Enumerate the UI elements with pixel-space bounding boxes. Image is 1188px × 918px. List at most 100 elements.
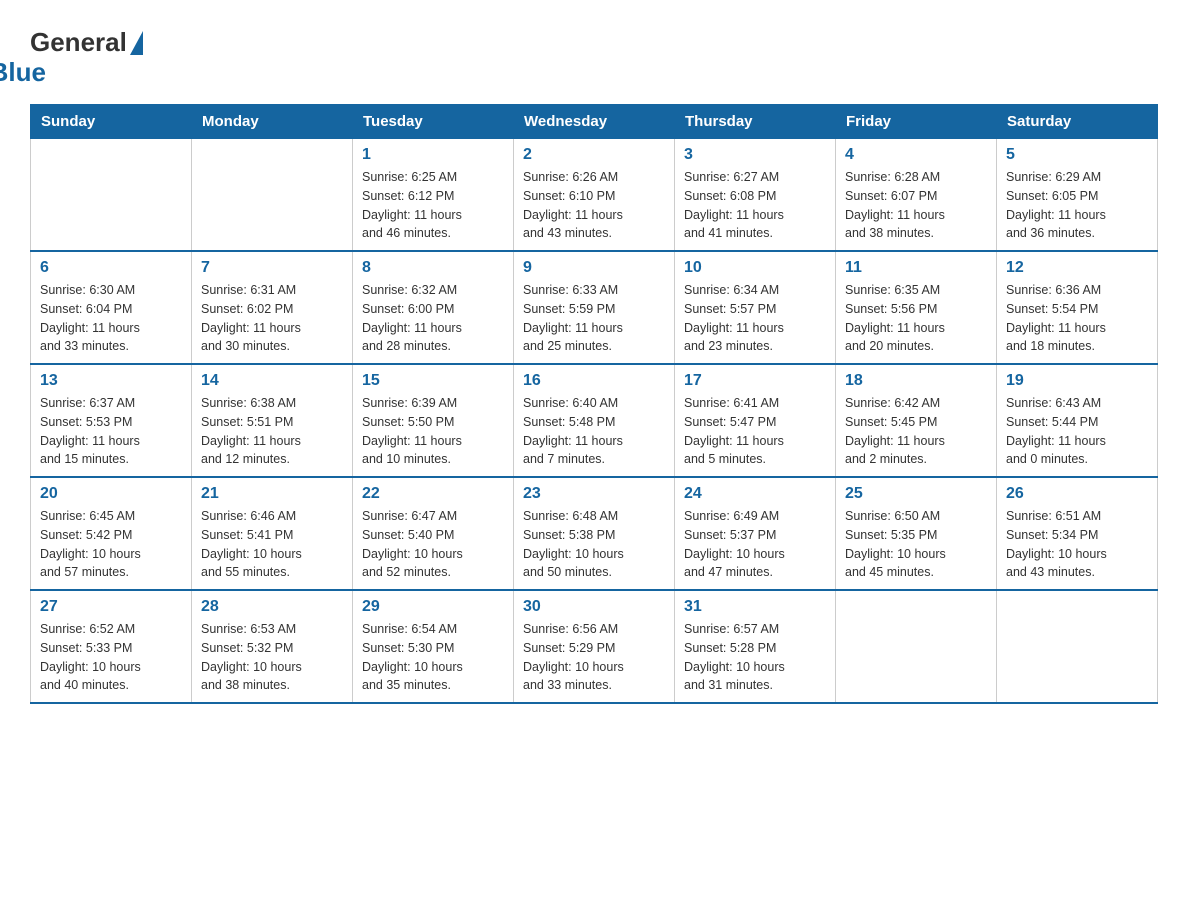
calendar-table: SundayMondayTuesdayWednesdayThursdayFrid… [30, 104, 1158, 704]
calendar-cell: 23 Sunrise: 6:48 AMSunset: 5:38 PMDayligh… [514, 477, 675, 590]
calendar-cell: 20 Sunrise: 6:45 AMSunset: 5:42 PMDayligh… [31, 477, 192, 590]
day-info: Sunrise: 6:40 AMSunset: 5:48 PMDaylight:… [523, 394, 665, 469]
day-number: 15 [362, 372, 504, 390]
weekday-header-thursday: Thursday [675, 105, 836, 139]
day-info: Sunrise: 6:56 AMSunset: 5:29 PMDaylight:… [523, 620, 665, 695]
day-info: Sunrise: 6:38 AMSunset: 5:51 PMDaylight:… [201, 394, 343, 469]
calendar-cell: 31 Sunrise: 6:57 AMSunset: 5:28 PMDayligh… [675, 590, 836, 703]
calendar-week-row: 27Sunrise: 6:52 AMSunset: 5:33 PMDayligh… [31, 590, 1158, 703]
calendar-cell: 3Sunrise: 6:27 AMSunset: 6:08 PMDaylight… [675, 139, 836, 252]
day-number: 22 [362, 485, 504, 503]
calendar-week-row: 13Sunrise: 6:37 AMSunset: 5:53 PMDayligh… [31, 364, 1158, 477]
day-number: 6 [40, 259, 182, 277]
day-number: 2 [523, 146, 665, 164]
calendar-cell: 2 Sunrise: 6:26 AMSunset: 6:10 PMDaylight… [514, 139, 675, 252]
day-info: Sunrise: 6:54 AMSunset: 5:30 PMDaylight:… [362, 620, 504, 695]
day-info: Sunrise: 6:37 AMSunset: 5:53 PMDaylight:… [40, 394, 182, 469]
calendar-cell: 27Sunrise: 6:52 AMSunset: 5:33 PMDayligh… [31, 590, 192, 703]
day-info: Sunrise: 6:52 AMSunset: 5:33 PMDaylight:… [40, 620, 182, 695]
calendar-cell: 14Sunrise: 6:38 AMSunset: 5:51 PMDayligh… [192, 364, 353, 477]
day-number: 30 [523, 598, 665, 616]
day-number: 23 [523, 485, 665, 503]
day-info: Sunrise: 6:30 AMSunset: 6:04 PMDaylight:… [40, 281, 182, 356]
calendar-cell: 19Sunrise: 6:43 AMSunset: 5:44 PMDayligh… [997, 364, 1158, 477]
day-number: 18 [845, 372, 987, 390]
calendar-cell: 8Sunrise: 6:32 AMSunset: 6:00 PMDaylight… [353, 251, 514, 364]
calendar-cell: 6 Sunrise: 6:30 AMSunset: 6:04 PMDaylight… [31, 251, 192, 364]
day-info: Sunrise: 6:57 AMSunset: 5:28 PMDaylight:… [684, 620, 826, 695]
calendar-cell [31, 139, 192, 252]
day-info: Sunrise: 6:27 AMSunset: 6:08 PMDaylight:… [684, 168, 826, 243]
calendar-cell: 10 Sunrise: 6:34 AMSunset: 5:57 PMDayligh… [675, 251, 836, 364]
calendar-header-row: SundayMondayTuesdayWednesdayThursdayFrid… [31, 105, 1158, 139]
day-number: 11 [845, 259, 987, 277]
day-info: Sunrise: 6:48 AMSunset: 5:38 PMDaylight:… [523, 507, 665, 582]
day-number: 7 [201, 259, 343, 277]
calendar-cell: 15 Sunrise: 6:39 AMSunset: 5:50 PMDayligh… [353, 364, 514, 477]
calendar-cell: 24 Sunrise: 6:49 AMSunset: 5:37 PMDayligh… [675, 477, 836, 590]
day-info: Sunrise: 6:47 AMSunset: 5:40 PMDaylight:… [362, 507, 504, 582]
day-number: 26 [1006, 485, 1148, 503]
day-number: 1 [362, 146, 504, 164]
day-info: Sunrise: 6:34 AMSunset: 5:57 PMDaylight:… [684, 281, 826, 356]
calendar-cell: 17 Sunrise: 6:41 AMSunset: 5:47 PMDayligh… [675, 364, 836, 477]
calendar-cell [192, 139, 353, 252]
day-number: 25 [845, 485, 987, 503]
day-number: 31 [684, 598, 826, 616]
day-info: Sunrise: 6:35 AMSunset: 5:56 PMDaylight:… [845, 281, 987, 356]
day-info: Sunrise: 6:51 AMSunset: 5:34 PMDaylight:… [1006, 507, 1148, 582]
calendar-cell: 28 Sunrise: 6:53 AMSunset: 5:32 PMDayligh… [192, 590, 353, 703]
calendar-cell [997, 590, 1158, 703]
day-number: 9 [523, 259, 665, 277]
weekday-header-wednesday: Wednesday [514, 105, 675, 139]
day-info: Sunrise: 6:31 AMSunset: 6:02 PMDaylight:… [201, 281, 343, 356]
day-number: 10 [684, 259, 826, 277]
calendar-cell: 5Sunrise: 6:29 AMSunset: 6:05 PMDaylight… [997, 139, 1158, 252]
day-info: Sunrise: 6:26 AMSunset: 6:10 PMDaylight:… [523, 168, 665, 243]
day-number: 21 [201, 485, 343, 503]
calendar-cell: 22 Sunrise: 6:47 AMSunset: 5:40 PMDayligh… [353, 477, 514, 590]
calendar-week-row: 1 Sunrise: 6:25 AMSunset: 6:12 PMDaylight… [31, 139, 1158, 252]
day-number: 24 [684, 485, 826, 503]
day-info: Sunrise: 6:25 AMSunset: 6:12 PMDaylight:… [362, 168, 504, 243]
calendar-cell: 29Sunrise: 6:54 AMSunset: 5:30 PMDayligh… [353, 590, 514, 703]
day-number: 16 [523, 372, 665, 390]
logo-blue-text: Blue [0, 58, 46, 87]
day-number: 28 [201, 598, 343, 616]
day-info: Sunrise: 6:41 AMSunset: 5:47 PMDaylight:… [684, 394, 826, 469]
calendar-cell: 30 Sunrise: 6:56 AMSunset: 5:29 PMDayligh… [514, 590, 675, 703]
day-number: 4 [845, 146, 987, 164]
day-info: Sunrise: 6:49 AMSunset: 5:37 PMDaylight:… [684, 507, 826, 582]
day-info: Sunrise: 6:46 AMSunset: 5:41 PMDaylight:… [201, 507, 343, 582]
calendar-cell: 11 Sunrise: 6:35 AMSunset: 5:56 PMDayligh… [836, 251, 997, 364]
day-info: Sunrise: 6:36 AMSunset: 5:54 PMDaylight:… [1006, 281, 1148, 356]
day-info: Sunrise: 6:45 AMSunset: 5:42 PMDaylight:… [40, 507, 182, 582]
calendar-cell [836, 590, 997, 703]
calendar-cell: 25 Sunrise: 6:50 AMSunset: 5:35 PMDayligh… [836, 477, 997, 590]
logo: General Genera Blue [30, 28, 143, 86]
calendar-cell: 9 Sunrise: 6:33 AMSunset: 5:59 PMDaylight… [514, 251, 675, 364]
logo-general-text: General [30, 28, 127, 57]
calendar-cell: 7 Sunrise: 6:31 AMSunset: 6:02 PMDaylight… [192, 251, 353, 364]
day-number: 20 [40, 485, 182, 503]
day-number: 12 [1006, 259, 1148, 277]
weekday-header-saturday: Saturday [997, 105, 1158, 139]
day-info: Sunrise: 6:50 AMSunset: 5:35 PMDaylight:… [845, 507, 987, 582]
day-info: Sunrise: 6:39 AMSunset: 5:50 PMDaylight:… [362, 394, 504, 469]
day-info: Sunrise: 6:43 AMSunset: 5:44 PMDaylight:… [1006, 394, 1148, 469]
calendar-week-row: 20 Sunrise: 6:45 AMSunset: 5:42 PMDayligh… [31, 477, 1158, 590]
calendar-cell: 26 Sunrise: 6:51 AMSunset: 5:34 PMDayligh… [997, 477, 1158, 590]
weekday-header-sunday: Sunday [31, 105, 192, 139]
day-number: 17 [684, 372, 826, 390]
calendar-cell: 21 Sunrise: 6:46 AMSunset: 5:41 PMDayligh… [192, 477, 353, 590]
calendar-cell: 4 Sunrise: 6:28 AMSunset: 6:07 PMDaylight… [836, 139, 997, 252]
day-info: Sunrise: 6:29 AMSunset: 6:05 PMDaylight:… [1006, 168, 1148, 243]
weekday-header-friday: Friday [836, 105, 997, 139]
day-info: Sunrise: 6:28 AMSunset: 6:07 PMDaylight:… [845, 168, 987, 243]
page-header: General Genera Blue [30, 20, 1158, 86]
calendar-cell: 18 Sunrise: 6:42 AMSunset: 5:45 PMDayligh… [836, 364, 997, 477]
day-info: Sunrise: 6:42 AMSunset: 5:45 PMDaylight:… [845, 394, 987, 469]
day-info: Sunrise: 6:33 AMSunset: 5:59 PMDaylight:… [523, 281, 665, 356]
day-info: Sunrise: 6:53 AMSunset: 5:32 PMDaylight:… [201, 620, 343, 695]
calendar-cell: 1 Sunrise: 6:25 AMSunset: 6:12 PMDaylight… [353, 139, 514, 252]
